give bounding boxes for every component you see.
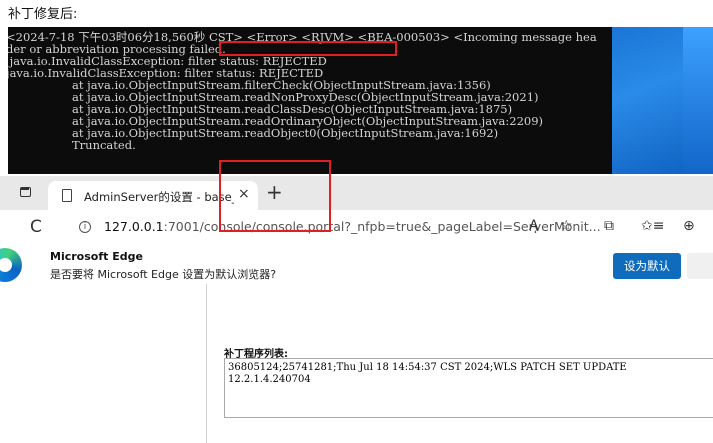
- patch-list-textarea[interactable]: 36805124;25741281;Thu Jul 18 14:54:37 CS…: [224, 358, 713, 418]
- tab-bar: AdminServer的设置 - base_doma × +: [0, 176, 713, 210]
- patch-line: 12.2.1.4.240704: [228, 374, 311, 385]
- page-content: 补丁程序列表: 36805124;25741281;Thu Jul 18 14:…: [0, 284, 713, 443]
- desktop-background: [612, 27, 713, 174]
- reload-icon[interactable]: C: [30, 217, 42, 237]
- patch-line: 36805124;25741281;Thu Jul 18 14:54:37 CS…: [228, 362, 627, 373]
- page-heading: 补丁修复后:: [8, 7, 78, 22]
- notice-text: 是否要将 Microsoft Edge 设置为默认浏览器?: [50, 268, 277, 281]
- filter-status-highlight: [219, 41, 397, 56]
- url-host: 127.0.0.1: [104, 219, 164, 234]
- address-bar: C i 127.0.0.1:7001/console/console.porta…: [0, 210, 713, 247]
- split-screen-icon[interactable]: ⧉: [604, 218, 614, 234]
- patch-list-highlight: [219, 160, 331, 232]
- read-aloud-icon[interactable]: Aͅ: [529, 218, 539, 234]
- console-line: Truncated.: [72, 138, 136, 152]
- extensions-icon[interactable]: ⊕: [683, 218, 695, 234]
- edge-logo-icon: [0, 248, 22, 282]
- browser-window: AdminServer的设置 - base_doma × + C i 127.0…: [0, 176, 713, 443]
- info-icon[interactable]: i: [79, 221, 91, 233]
- favorites-icon[interactable]: ✩≡: [641, 218, 664, 234]
- set-default-button[interactable]: 设为默认: [613, 253, 681, 279]
- notice-title: Microsoft Edge: [50, 250, 143, 263]
- tab-actions-icon[interactable]: [20, 187, 31, 197]
- url-field[interactable]: 127.0.0.1:7001/console/console.portal?_n…: [104, 219, 601, 234]
- notice-more-button[interactable]: [687, 253, 713, 279]
- tab-title: AdminServer的设置 - base_doma: [84, 190, 234, 204]
- favorite-icon[interactable]: ☆: [560, 218, 573, 234]
- left-pane: [0, 284, 207, 443]
- windows-logo-fragment: [683, 27, 713, 174]
- page-icon: [62, 189, 72, 202]
- default-browser-notice: Microsoft Edge 是否要将 Microsoft Edge 设置为默认…: [0, 246, 713, 284]
